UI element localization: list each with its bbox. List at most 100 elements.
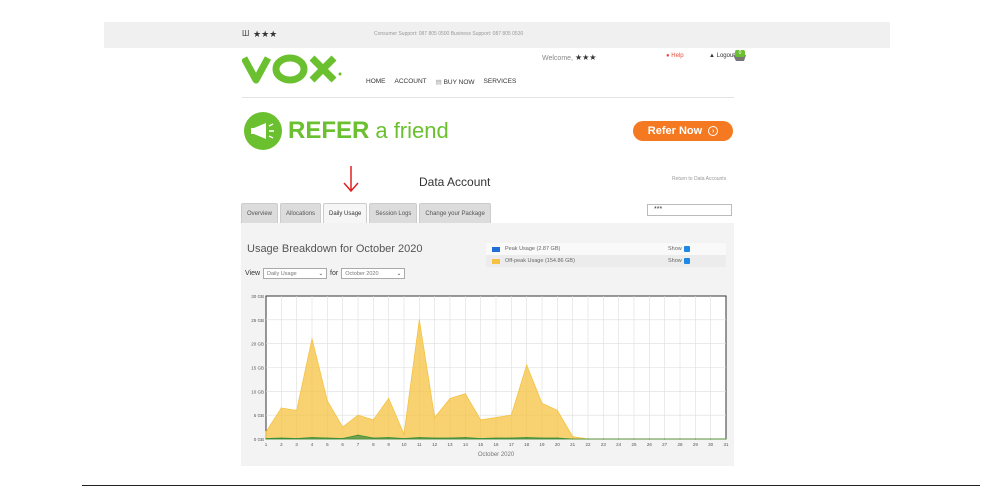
data-point (418, 319, 420, 321)
chevron-right-icon: › (708, 126, 719, 136)
nav-account[interactable]: ACCOUNT (395, 78, 427, 86)
x-tick-label: 31 (723, 442, 729, 447)
y-tick-label: 30 GB (251, 294, 264, 299)
data-point (265, 437, 267, 440)
usage-chart: 0 GB5 GB10 GB15 GB20 GB25 GB30 GB1 2 3 4 5 6 7… (251, 294, 729, 458)
checkbox-icon[interactable] (683, 258, 690, 264)
chevron-down-icon: ⌄ (396, 270, 402, 277)
x-tick-label: 8 (372, 442, 375, 447)
legend-swatch (492, 246, 500, 252)
help-link[interactable]: ● Help (666, 53, 684, 59)
cart-button[interactable]: 0 (731, 50, 749, 64)
legend-offpeak: Off-peak Usage (154.86 GB) Show (486, 255, 726, 267)
top-bar: Ш ★★★ Consumer Support: 087 805 0500 Bus… (104, 22, 890, 48)
y-tick-label: 0 GB (254, 437, 264, 442)
x-tick-label: 13 (447, 442, 453, 447)
refer-now-button[interactable]: Refer Now › (633, 121, 733, 141)
checkbox-icon[interactable] (683, 246, 690, 252)
data-point (311, 338, 313, 340)
welcome-text: Welcome, ★★★ (542, 53, 597, 62)
data-point (464, 436, 466, 439)
data-point (403, 437, 405, 440)
data-point (725, 438, 727, 440)
data-point (449, 397, 451, 400)
data-point (664, 438, 666, 440)
x-tick-label: 27 (662, 442, 668, 447)
red-arrow-icon (343, 166, 359, 193)
refer-subtitle: a friend (375, 118, 449, 143)
show-peak-toggle[interactable]: Show (668, 246, 690, 252)
x-tick-label: 10 (401, 442, 407, 447)
x-tick-label: 24 (616, 442, 622, 447)
data-point (418, 436, 420, 439)
main-nav: HOME ACCOUNT ▤ BUY NOW SERVICES (366, 78, 516, 86)
masked-username: ★★★ (253, 29, 278, 39)
page-title: Data Account (419, 175, 491, 189)
tab-session-logs[interactable]: Session Logs (369, 203, 418, 223)
nav-buy-now[interactable]: ▤ BUY NOW (436, 78, 475, 86)
data-point (633, 438, 635, 440)
show-offpeak-toggle[interactable]: Show (668, 258, 690, 264)
data-point (556, 437, 558, 439)
x-tick-label: 7 (357, 442, 360, 447)
y-tick-label: 15 GB (251, 366, 264, 371)
tab-daily-usage[interactable]: Daily Usage (323, 203, 368, 223)
user-icon: ▲ (709, 53, 717, 59)
refer-banner[interactable]: REFER a friend (244, 111, 449, 151)
data-point (541, 402, 543, 404)
tab-bar: Overview Allocations Daily Usage Session… (241, 203, 491, 223)
tab-overview[interactable]: Overview (241, 203, 279, 223)
data-point (372, 419, 374, 421)
data-point (388, 436, 390, 439)
view-label: View (245, 270, 261, 277)
return-link[interactable]: Return to Data Accounts (672, 176, 726, 182)
nav-services[interactable]: SERVICES (484, 78, 517, 86)
data-point (280, 437, 282, 439)
data-point (265, 431, 267, 433)
chart-legend: Peak Usage (2.87 GB) Show Off-peak Usage… (486, 243, 726, 267)
x-tick-label: 18 (524, 442, 530, 447)
tab-allocations[interactable]: Allocations (280, 203, 322, 223)
usage-title: Usage Breakdown for October 2020 (247, 243, 423, 255)
month-select[interactable]: October 2020 ⌄ (341, 268, 406, 279)
tab-change-package[interactable]: Change your Package (419, 203, 491, 223)
refer-title: REFER (288, 117, 370, 144)
data-point (357, 434, 359, 436)
for-label: for (330, 270, 339, 277)
data-point (480, 419, 482, 421)
data-point (602, 438, 604, 440)
cart-count-badge: 0 (735, 50, 745, 57)
data-point (587, 438, 589, 440)
data-point (526, 436, 528, 439)
y-tick-label: 10 GB (251, 389, 264, 394)
x-tick-label: 28 (677, 442, 683, 447)
data-point (296, 409, 298, 411)
data-point (572, 438, 574, 440)
x-tick-label: 21 (570, 442, 576, 447)
x-tick-label: 22 (585, 442, 591, 447)
language-icon[interactable]: Ш (242, 29, 249, 38)
vox-logo[interactable] (242, 52, 354, 84)
data-point (434, 416, 436, 419)
legend-swatch (492, 258, 500, 264)
x-tick-label: 5 (326, 442, 329, 447)
cart-icon: ▤ (435, 79, 444, 86)
data-point (326, 437, 328, 439)
megaphone-icon (244, 112, 282, 150)
x-tick-label: 15 (478, 442, 484, 447)
data-point (495, 416, 497, 419)
x-axis-label: October 2020 (478, 452, 515, 458)
x-tick-label: 11 (417, 442, 422, 447)
account-select[interactable]: *** (647, 204, 732, 216)
x-tick-label: 1 (265, 442, 268, 447)
view-select[interactable]: Daily Usage ⌄ (263, 268, 328, 279)
x-tick-label: 12 (432, 442, 438, 447)
x-tick-label: 25 (631, 442, 637, 447)
data-point (403, 433, 405, 435)
legend-peak: Peak Usage (2.87 GB) Show (486, 243, 726, 255)
data-point (572, 436, 574, 438)
x-tick-label: 6 (341, 442, 344, 447)
x-tick-label: 14 (463, 442, 469, 447)
nav-home[interactable]: HOME (366, 78, 386, 86)
data-point (694, 438, 696, 440)
